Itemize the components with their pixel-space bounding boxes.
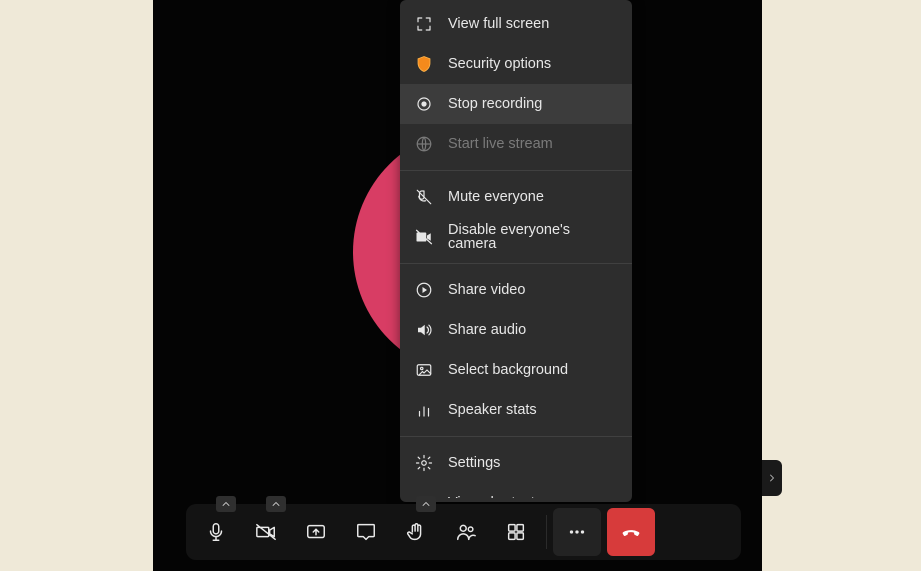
menu-item-label: View full screen xyxy=(448,17,549,32)
menu-item-background[interactable]: Select background xyxy=(400,350,632,390)
mic-options-caret[interactable] xyxy=(216,496,236,512)
camera-options-caret[interactable] xyxy=(266,496,286,512)
fullscreen-icon xyxy=(414,14,434,34)
menu-item-fullscreen[interactable]: View full screen xyxy=(400,4,632,44)
bars-icon xyxy=(414,400,434,420)
gear-icon xyxy=(414,453,434,473)
menu-item-label: Select background xyxy=(448,363,568,378)
image-icon xyxy=(414,360,434,380)
menu-item-share-audio[interactable]: Share audio xyxy=(400,310,632,350)
chat-button[interactable] xyxy=(342,508,390,556)
menu-item-label: Stop recording xyxy=(448,97,542,112)
camera-button[interactable] xyxy=(242,508,290,556)
menu-separator xyxy=(400,263,632,264)
expand-filmstrip-button[interactable] xyxy=(762,460,782,496)
raise-hand-button[interactable] xyxy=(392,508,440,556)
tile-view-button[interactable] xyxy=(492,508,540,556)
menu-item-label: Speaker stats xyxy=(448,403,537,418)
volume-icon xyxy=(414,320,434,340)
menu-item-live-stream: Start live stream xyxy=(400,124,632,164)
menu-item-speaker-stats[interactable]: Speaker stats xyxy=(400,390,632,430)
menu-item-stop-recording[interactable]: Stop recording xyxy=(400,84,632,124)
shield-icon xyxy=(414,54,434,74)
hangup-button[interactable] xyxy=(607,508,655,556)
menu-item-settings[interactable]: Settings xyxy=(400,443,632,483)
menu-item-label: Mute everyone xyxy=(448,190,544,205)
menu-item-share-video[interactable]: Share video xyxy=(400,270,632,310)
more-actions-menu: View full screen Security options Stop r… xyxy=(400,0,632,502)
menu-item-label: Start live stream xyxy=(448,137,553,152)
menu-item-label: Disable everyone's camera xyxy=(448,223,618,252)
camera-off-all-icon xyxy=(414,227,434,247)
conference-app: S View full screen Security options xyxy=(153,0,762,571)
reactions-caret[interactable] xyxy=(416,496,436,512)
toolbar-separator xyxy=(546,515,547,549)
menu-item-security[interactable]: Security options xyxy=(400,44,632,84)
menu-item-label: Share video xyxy=(448,283,525,298)
record-icon xyxy=(414,94,434,114)
menu-item-label: Security options xyxy=(448,57,551,72)
menu-separator xyxy=(400,436,632,437)
play-circle-icon xyxy=(414,280,434,300)
screenshare-button[interactable] xyxy=(292,508,340,556)
mic-button[interactable] xyxy=(192,508,240,556)
meeting-toolbar xyxy=(186,504,741,560)
menu-item-label: View shortcuts xyxy=(448,496,542,498)
livestream-icon xyxy=(414,134,434,154)
menu-item-label: Share audio xyxy=(448,323,526,338)
mute-all-icon xyxy=(414,187,434,207)
menu-item-mute-everyone[interactable]: Mute everyone xyxy=(400,177,632,217)
menu-item-label: Settings xyxy=(448,456,500,471)
participants-button[interactable] xyxy=(442,508,490,556)
more-actions-button[interactable] xyxy=(553,508,601,556)
menu-item-disable-cameras[interactable]: Disable everyone's camera xyxy=(400,217,632,257)
menu-separator xyxy=(400,170,632,171)
